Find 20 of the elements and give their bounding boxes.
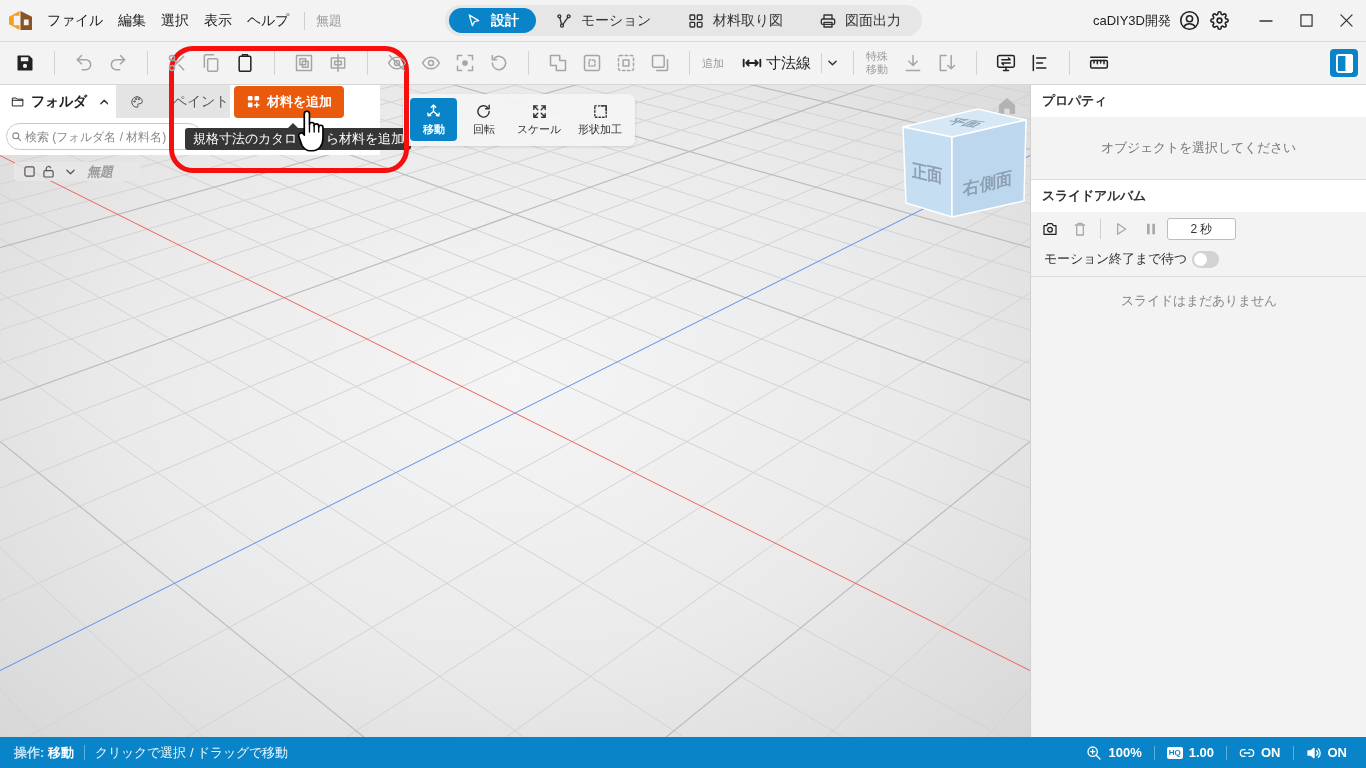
status-value: ON (1261, 745, 1281, 760)
mode-value: 移動 (48, 743, 75, 762)
cube-face-label: 平面 (943, 117, 987, 129)
toolbar-label: 特殊移動 (866, 50, 889, 76)
cube-face-label: 右側面 (963, 167, 1013, 199)
toggle-label: モーション終了まで待つ (1044, 250, 1187, 268)
panel-header: プロパティ (1031, 85, 1366, 117)
status-value: 100% (1108, 745, 1142, 760)
tooltip-text: ら材料を追加 (326, 130, 404, 148)
panel-header: スライドアルバム (1031, 180, 1366, 212)
document-title: 無題 (316, 11, 342, 30)
status-value: ON (1327, 745, 1347, 760)
toolbar-label: 追加 (702, 56, 724, 70)
empty-message: スライドはまだありません (1119, 292, 1278, 310)
mode-label: 操作: (14, 743, 45, 762)
cube-face-label: 正面 (911, 158, 943, 188)
account-name: caDIY3D開発 (1092, 11, 1171, 30)
status-hint: クリックで選択 / ドラッグで移動 (95, 743, 289, 762)
status-value: 1.00 (1188, 745, 1214, 760)
quality-badge: HQ (1166, 746, 1183, 759)
